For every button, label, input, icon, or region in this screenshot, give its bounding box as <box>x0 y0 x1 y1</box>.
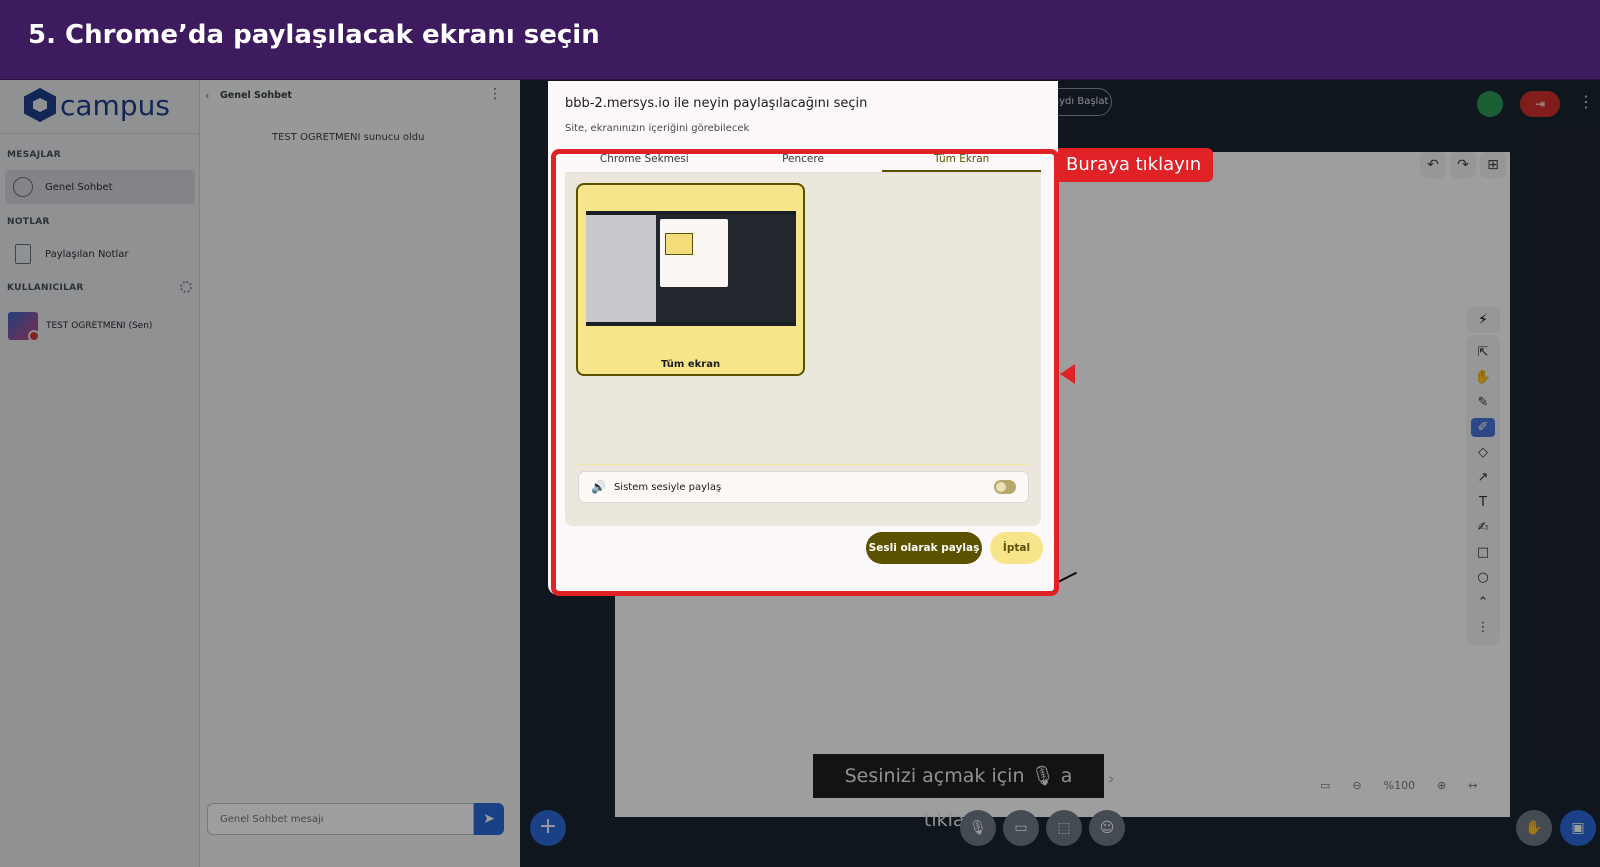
tutorial-banner: 5. Chrome’da paylaşılacak ekranı seçin <box>0 0 1600 80</box>
tutorial-step-title: 5. Chrome’da paylaşılacak ekranı seçin <box>28 20 600 50</box>
highlight-frame <box>551 149 1059 596</box>
callout-pointer <box>1060 364 1075 384</box>
dialog-title: bbb-2.mersys.io ile neyin paylaşılacağın… <box>565 96 868 111</box>
instruction-callout: Buraya tıklayın <box>1058 148 1214 182</box>
dialog-subtitle: Site, ekranınızın içeriğini görebilecek <box>565 123 750 134</box>
